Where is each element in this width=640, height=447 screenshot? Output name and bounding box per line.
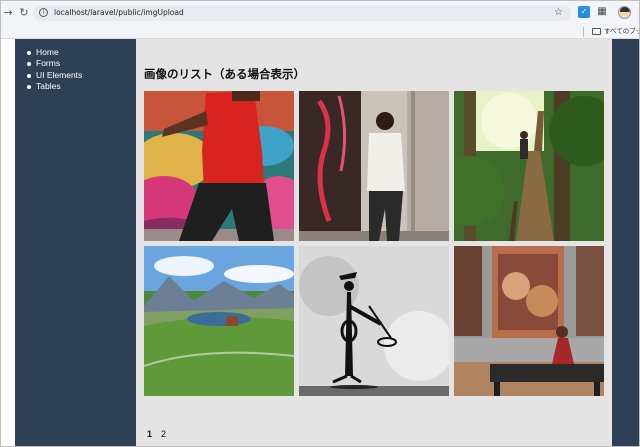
bookmarks-bar: すべてのブックマ (1, 25, 639, 39)
browser-window: → ↻ i localhost/laravel/public/imgUpload… (0, 0, 640, 447)
right-panel (612, 39, 639, 446)
trumpet-photo (299, 246, 449, 396)
page-1-link[interactable]: 1 (147, 428, 152, 440)
jungle-photo (454, 91, 604, 241)
reload-icon[interactable]: ↻ (18, 7, 30, 19)
sidebar-item-ui-elements[interactable]: UI Elements (25, 70, 82, 81)
extension-icon[interactable]: ✓ (578, 6, 590, 18)
address-bar[interactable]: i localhost/laravel/public/imgUpload ☆ (33, 5, 571, 21)
mountain-photo (144, 246, 294, 396)
profile-avatar-icon[interactable] (618, 6, 631, 19)
sidebar: Home Forms UI Elements Tables (15, 39, 136, 446)
sidebar-item-tables[interactable]: Tables (25, 81, 82, 92)
page-title: 画像のリスト（ある場合表示） (144, 67, 305, 81)
all-bookmarks-link[interactable]: すべてのブックマ (604, 26, 639, 37)
gallery-image-jungle[interactable] (454, 91, 604, 241)
page-2-link[interactable]: 2 (161, 428, 166, 440)
address-url[interactable]: localhost/laravel/public/imgUpload (54, 7, 184, 19)
sidebar-item-home[interactable]: Home (25, 47, 82, 58)
gallery-image-trumpet[interactable] (299, 246, 449, 396)
bookmark-star-icon[interactable]: ☆ (554, 6, 563, 20)
back-arrow-icon[interactable]: → (2, 7, 14, 19)
museum-photo (454, 246, 604, 396)
gallery-image-museum[interactable] (454, 246, 604, 396)
sidebar-item-forms[interactable]: Forms (25, 58, 82, 69)
doorway-photo (299, 91, 449, 241)
gallery-image-doorway[interactable] (299, 91, 449, 241)
sidebar-menu: Home Forms UI Elements Tables (25, 47, 82, 92)
bookmarks-separator (583, 27, 584, 37)
extensions-puzzle-icon[interactable]: ▦ (596, 6, 608, 18)
site-info-icon[interactable]: i (39, 8, 48, 17)
folder-icon[interactable] (592, 28, 601, 35)
browser-toolbar: → ↻ i localhost/laravel/public/imgUpload… (1, 1, 639, 25)
graffiti-photo (144, 91, 294, 241)
pagination: 12 (147, 428, 175, 440)
gallery-image-graffiti[interactable] (144, 91, 294, 241)
gallery-image-mountain[interactable] (144, 246, 294, 396)
